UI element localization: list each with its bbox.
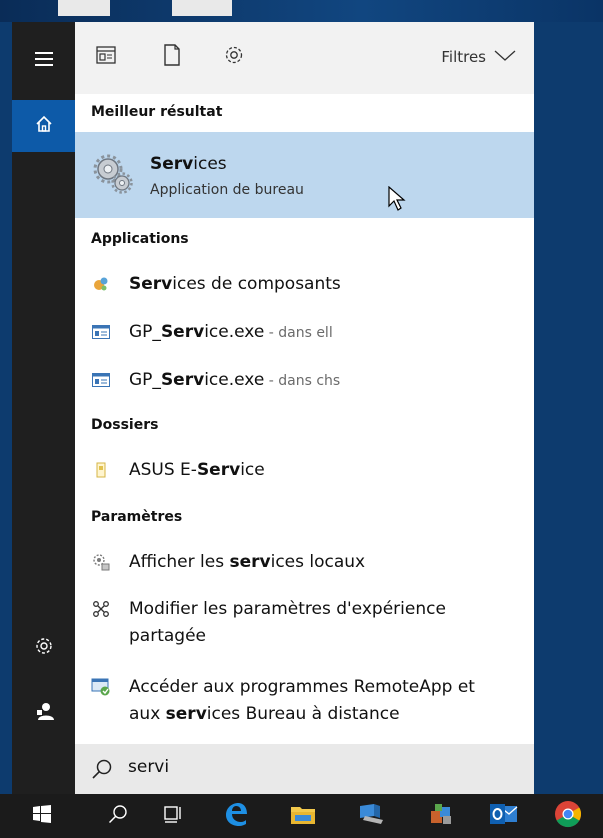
filters-label: Filtres: [441, 48, 486, 66]
folder-file-icon: [91, 460, 111, 480]
edge-button[interactable]: [208, 794, 264, 838]
exe-window-icon: [91, 322, 111, 342]
best-result-title: Services: [150, 154, 227, 174]
task-view-button[interactable]: [145, 794, 201, 838]
search-box[interactable]: servi: [75, 744, 534, 794]
taskbar-search-button[interactable]: [90, 794, 146, 838]
exe-window-icon: [91, 370, 111, 390]
list-item-label: Afficher les services locaux: [129, 552, 366, 572]
explorer-icon: [290, 803, 316, 829]
outlook-button[interactable]: [476, 794, 532, 838]
file-explorer-button[interactable]: [275, 794, 331, 838]
mouse-cursor-icon: [388, 185, 406, 216]
search-panel: Filtres Meilleur résultat Services Appli…: [75, 22, 534, 794]
settings-scope-button[interactable]: [221, 44, 247, 70]
search-scope-bar: Filtres: [75, 22, 534, 94]
search-input[interactable]: servi: [128, 757, 169, 777]
documents-scope-button[interactable]: [159, 44, 185, 70]
home-button[interactable]: [12, 100, 75, 152]
services-gears-icon: [91, 152, 135, 196]
settings-icon: [223, 44, 245, 70]
list-item[interactable]: Modifier les paramètres d'expérience par…: [91, 596, 446, 650]
chevron-down-icon: [494, 48, 516, 66]
list-item[interactable]: ASUS E-Service: [91, 458, 265, 482]
edge-icon: [223, 801, 249, 831]
desktop-window-fragment: [172, 0, 232, 16]
list-item-label: Accéder aux programmes RemoteApp et aux …: [129, 677, 475, 724]
user-icon: [33, 700, 55, 726]
gear-icon: [34, 636, 54, 660]
section-heading-settings: Paramètres: [91, 509, 183, 525]
hamburger-icon: [34, 51, 53, 70]
outlook-icon: [489, 802, 519, 830]
list-item[interactable]: Accéder aux programmes RemoteApp et aux …: [91, 674, 475, 728]
list-item-label: ASUS E-Service: [129, 460, 265, 480]
list-item-label: Services de composants: [129, 274, 341, 294]
shared-experience-icon: [91, 599, 111, 619]
remoteapp-icon: [91, 677, 111, 697]
apps-scope-button[interactable]: [93, 44, 119, 70]
start-button[interactable]: [14, 794, 70, 838]
taskbar-package-button[interactable]: [412, 794, 468, 838]
section-heading-best: Meilleur résultat: [91, 104, 223, 120]
task-view-icon: [162, 804, 184, 828]
component-services-icon: [91, 274, 111, 294]
desktop-window-fragment: [58, 0, 110, 16]
list-item-label: Modifier les paramètres d'expérience par…: [129, 599, 446, 646]
home-icon: [35, 115, 53, 137]
taskbar: [0, 794, 603, 838]
section-heading-folders: Dossiers: [91, 417, 159, 433]
user-button[interactable]: [12, 687, 75, 739]
search-icon: [91, 758, 113, 784]
filters-button[interactable]: Filtres: [441, 48, 516, 66]
chrome-icon: [554, 800, 582, 832]
list-item[interactable]: GP_Service.exe - dans ell: [91, 320, 333, 344]
list-item-label: GP_Service.exe - dans ell: [129, 322, 333, 342]
section-heading-apps: Applications: [91, 231, 189, 247]
taskbar-app-button[interactable]: [343, 794, 399, 838]
results-list: Meilleur résultat Services Application d…: [75, 94, 534, 744]
desktop-background: [0, 0, 603, 22]
search-icon: [108, 804, 128, 828]
list-item[interactable]: Services de composants: [91, 272, 341, 296]
windows-icon: [32, 804, 52, 828]
list-item-label: GP_Service.exe - dans chs: [129, 370, 341, 390]
chrome-button[interactable]: [540, 794, 596, 838]
package-icon: [426, 801, 454, 831]
best-result-subtitle: Application de bureau: [150, 182, 304, 198]
app-icon: [357, 802, 385, 830]
best-result-item[interactable]: Services Application de bureau: [75, 132, 534, 218]
apps-icon: [96, 46, 116, 68]
hamburger-button[interactable]: [12, 34, 75, 86]
settings-button[interactable]: [12, 622, 75, 674]
document-icon: [163, 44, 181, 70]
start-rail: [12, 22, 75, 794]
services-settings-icon: [91, 552, 111, 572]
list-item[interactable]: GP_Service.exe - dans chs: [91, 368, 340, 392]
list-item[interactable]: Afficher les services locaux: [91, 550, 365, 574]
